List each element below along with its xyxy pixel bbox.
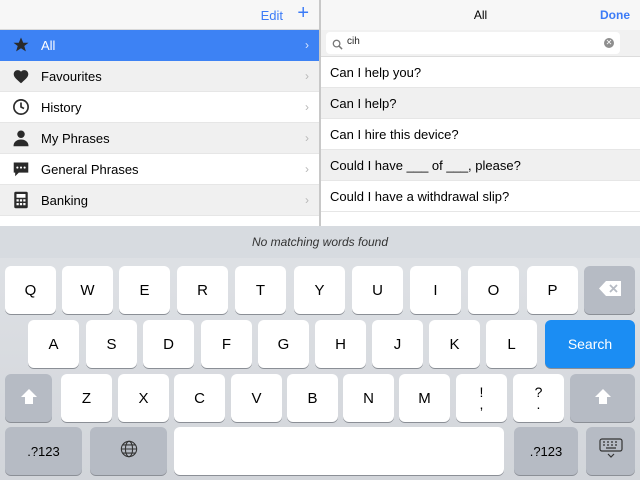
category-header: Edit + bbox=[0, 0, 319, 30]
key-c[interactable]: C bbox=[174, 374, 225, 422]
key-n[interactable]: N bbox=[343, 374, 394, 422]
key-x[interactable]: X bbox=[118, 374, 169, 422]
hide-keyboard-key[interactable] bbox=[586, 427, 635, 475]
key-d[interactable]: D bbox=[143, 320, 194, 368]
key-r[interactable]: R bbox=[177, 266, 228, 314]
keyboard-dismiss-icon bbox=[598, 438, 623, 464]
shift-key-left[interactable] bbox=[5, 374, 52, 422]
calculator-icon bbox=[11, 190, 31, 210]
key-v[interactable]: V bbox=[231, 374, 282, 422]
person-icon bbox=[11, 128, 31, 148]
key-k[interactable]: K bbox=[429, 320, 480, 368]
globe-icon bbox=[120, 440, 138, 462]
edit-button[interactable]: Edit bbox=[261, 8, 283, 23]
category-item-history[interactable]: History › bbox=[0, 92, 319, 123]
key-z[interactable]: Z bbox=[61, 374, 112, 422]
key-label-stack: ! , bbox=[479, 385, 484, 412]
key-exclamation-comma[interactable]: ! , bbox=[456, 374, 507, 422]
list-item[interactable]: Could I have ___ of ___, please? bbox=[321, 150, 640, 181]
key-g[interactable]: G bbox=[258, 320, 309, 368]
category-item-banking[interactable]: Banking › bbox=[0, 185, 319, 216]
globe-key[interactable] bbox=[90, 427, 167, 475]
category-pane: Edit + All › Favourites › History › My P… bbox=[0, 0, 319, 226]
category-list: All › Favourites › History › My Phrases … bbox=[0, 30, 319, 216]
phrase-header: All Done bbox=[321, 0, 640, 30]
backspace-key[interactable] bbox=[584, 266, 635, 314]
category-label: Banking bbox=[41, 192, 88, 208]
key-f[interactable]: F bbox=[201, 320, 252, 368]
search-bar: cih ✕ bbox=[321, 30, 640, 57]
chevron-right-icon: › bbox=[305, 131, 309, 145]
numbers-key-right[interactable]: .?123 bbox=[514, 427, 578, 475]
chevron-right-icon: › bbox=[305, 69, 309, 83]
key-b[interactable]: B bbox=[287, 374, 338, 422]
category-item-general-phrases[interactable]: General Phrases › bbox=[0, 154, 319, 185]
add-button[interactable]: + bbox=[297, 3, 309, 23]
numbers-key-left[interactable]: .?123 bbox=[5, 427, 82, 475]
list-item[interactable]: Could I have a withdrawal slip? bbox=[321, 181, 640, 212]
key-m[interactable]: M bbox=[399, 374, 450, 422]
key-a[interactable]: A bbox=[28, 320, 79, 368]
search-query: cih bbox=[347, 36, 360, 47]
chevron-right-icon: › bbox=[305, 162, 309, 176]
key-s[interactable]: S bbox=[86, 320, 137, 368]
key-i[interactable]: I bbox=[410, 266, 461, 314]
category-item-favourites[interactable]: Favourites › bbox=[0, 61, 319, 92]
star-icon bbox=[11, 35, 31, 55]
search-icon bbox=[332, 37, 343, 55]
backspace-icon bbox=[598, 280, 621, 300]
list-item[interactable]: Can I help? bbox=[321, 88, 640, 119]
space-bar[interactable] bbox=[174, 427, 504, 475]
category-label: All bbox=[41, 37, 56, 53]
shift-icon bbox=[594, 388, 611, 408]
done-button[interactable]: Done bbox=[600, 8, 630, 22]
category-label: Favourites bbox=[41, 68, 102, 84]
list-item[interactable]: Can I hire this device? bbox=[321, 119, 640, 150]
suggestion-bar: No matching words found bbox=[0, 226, 640, 258]
key-t[interactable]: T bbox=[235, 266, 286, 314]
search-input[interactable]: cih ✕ bbox=[326, 32, 620, 54]
page-title: All bbox=[473, 8, 488, 22]
key-label-lower: . bbox=[536, 396, 541, 412]
category-item-all[interactable]: All › bbox=[0, 30, 319, 61]
key-w[interactable]: W bbox=[62, 266, 113, 314]
search-key[interactable]: Search bbox=[545, 320, 635, 368]
key-e[interactable]: E bbox=[119, 266, 170, 314]
key-p[interactable]: P bbox=[527, 266, 578, 314]
category-label: My Phrases bbox=[41, 130, 110, 146]
clear-search-icon[interactable]: ✕ bbox=[604, 38, 614, 48]
chevron-right-icon: › bbox=[305, 100, 309, 114]
phrase-pane: All Done cih ✕ Can I help you? Can I hel… bbox=[321, 0, 640, 226]
key-o[interactable]: O bbox=[468, 266, 519, 314]
chevron-right-icon: › bbox=[305, 193, 309, 207]
chevron-right-icon: › bbox=[305, 38, 309, 52]
key-label-lower: , bbox=[479, 396, 484, 412]
key-h[interactable]: H bbox=[315, 320, 366, 368]
speech-bubble-icon bbox=[11, 159, 31, 179]
key-j[interactable]: J bbox=[372, 320, 423, 368]
category-item-my-phrases[interactable]: My Phrases › bbox=[0, 123, 319, 154]
on-screen-keyboard: No matching words found Q W E R T Y U I … bbox=[0, 226, 640, 480]
category-label: History bbox=[41, 99, 82, 115]
key-l[interactable]: L bbox=[486, 320, 537, 368]
key-y[interactable]: Y bbox=[294, 266, 345, 314]
clock-icon bbox=[11, 97, 31, 117]
key-q[interactable]: Q bbox=[5, 266, 56, 314]
phrase-list: Can I help you? Can I help? Can I hire t… bbox=[321, 57, 640, 212]
key-question-period[interactable]: ? . bbox=[513, 374, 564, 422]
key-label-stack: ? . bbox=[535, 385, 543, 412]
suggestion-text: No matching words found bbox=[251, 235, 389, 249]
heart-icon bbox=[11, 66, 31, 86]
shift-icon bbox=[20, 388, 37, 408]
key-u[interactable]: U bbox=[352, 266, 403, 314]
list-item[interactable]: Can I help you? bbox=[321, 57, 640, 88]
category-label: General Phrases bbox=[41, 161, 139, 177]
shift-key-right[interactable] bbox=[570, 374, 635, 422]
